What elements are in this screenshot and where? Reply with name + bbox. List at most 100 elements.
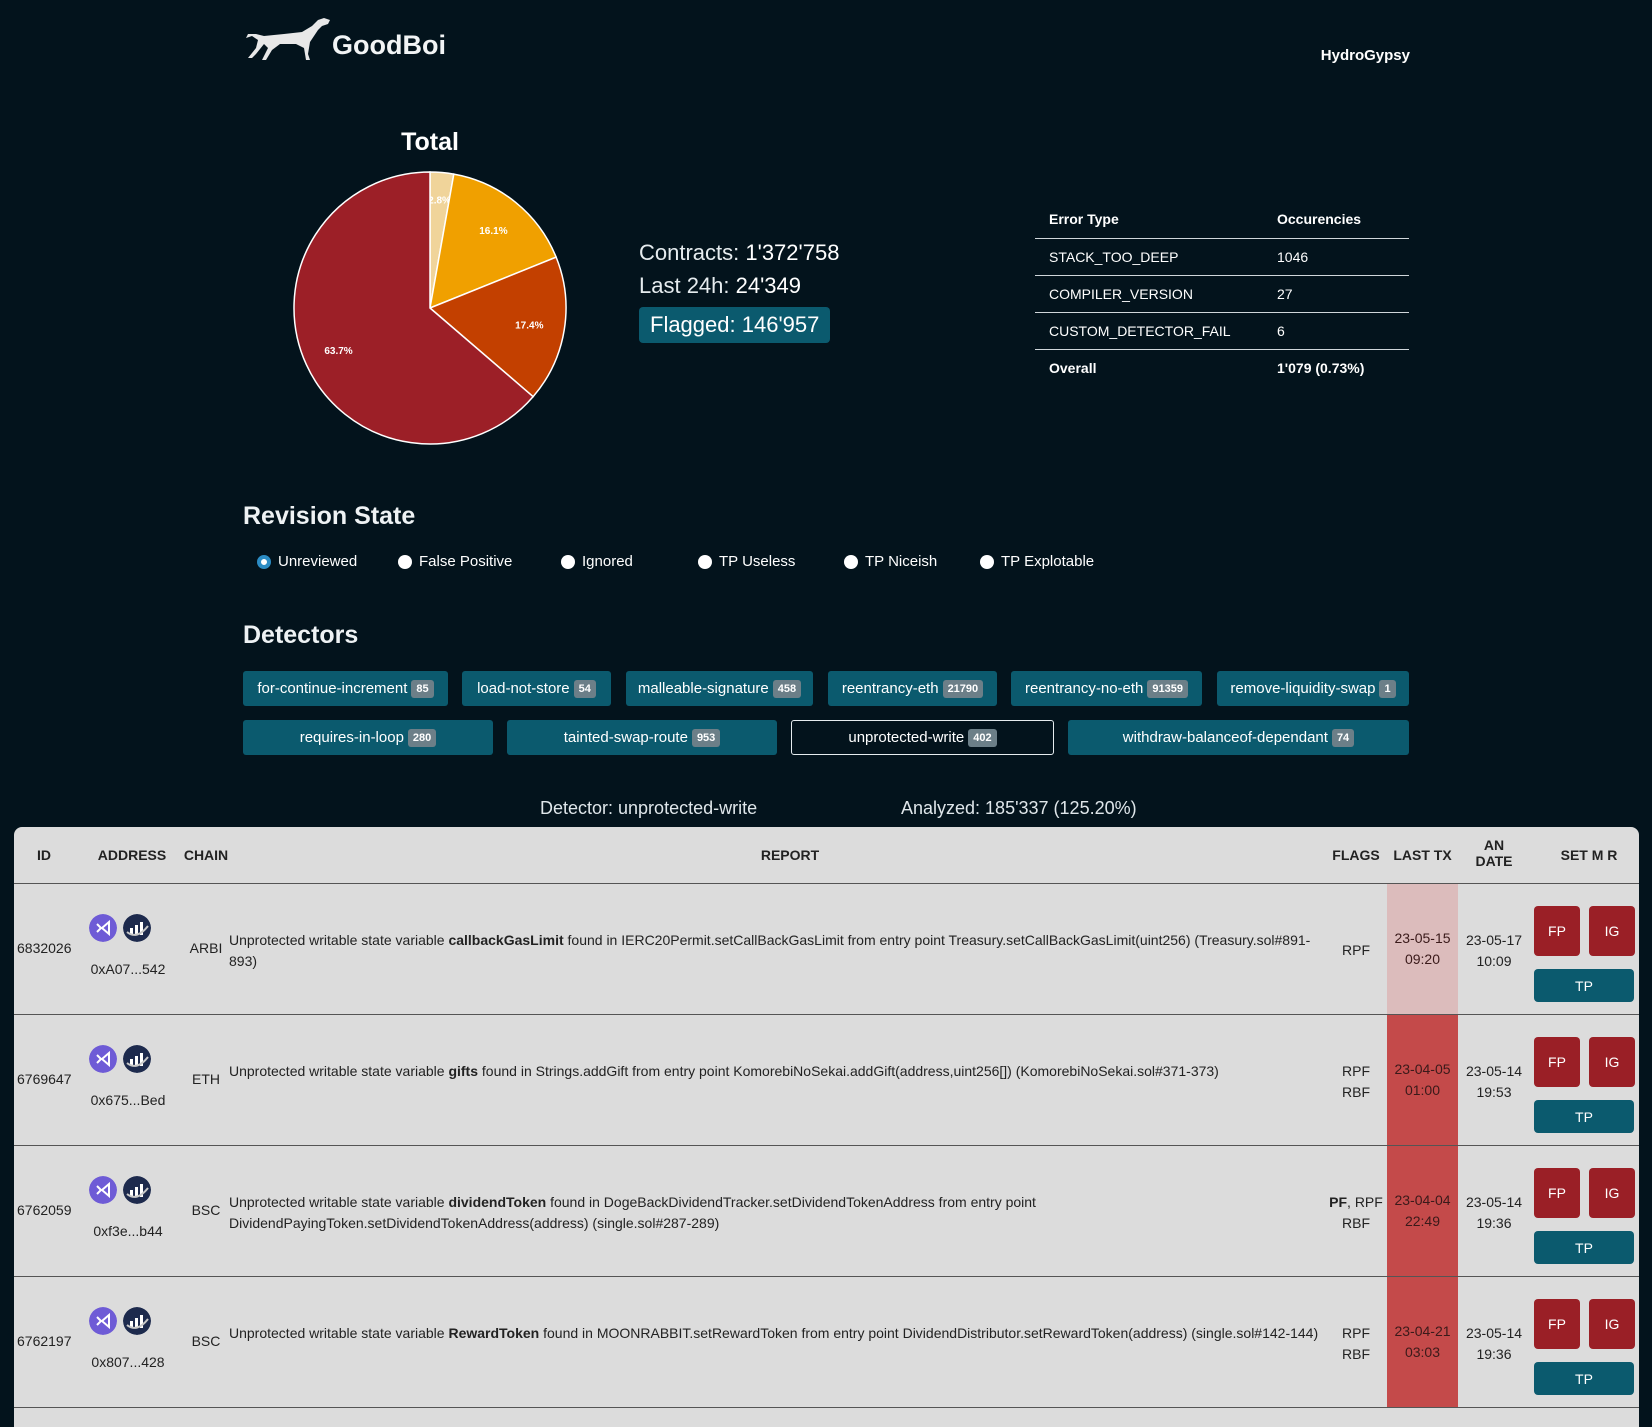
row-address[interactable]: 0x807...428	[82, 1354, 174, 1370]
radio-false-positive[interactable]: False Positive	[398, 553, 512, 570]
error-row: COMPILER_VERSION 27	[1035, 275, 1409, 313]
explorer-icon[interactable]	[123, 1045, 151, 1073]
col-flags[interactable]: FLAGS	[1326, 847, 1386, 863]
row-id: 6762197	[17, 1333, 72, 1349]
row-flags: RPF RBF	[1342, 1325, 1370, 1362]
error-type-header: Error Type	[1035, 200, 1263, 239]
row-analysis-date: 23-05-14 19:36	[1465, 1194, 1523, 1231]
radio-icon[interactable]	[561, 554, 575, 569]
col-address[interactable]: ADDRESS	[86, 847, 178, 863]
explorer-icon[interactable]	[123, 1176, 151, 1204]
last-tx-cell: 23-04-04 22:49	[1387, 1146, 1458, 1276]
radio-tp-explotable[interactable]: TP Explotable	[980, 553, 1094, 570]
ig-button[interactable]: IG	[1589, 1168, 1635, 1218]
fp-button[interactable]: FP	[1534, 1168, 1580, 1218]
dog-logo-icon[interactable]	[244, 14, 332, 64]
vscode-icon[interactable]	[89, 1307, 117, 1335]
row-flags: PF, RPF RBF	[1329, 1194, 1383, 1231]
tp-button[interactable]: TP	[1534, 969, 1634, 1002]
vscode-icon[interactable]	[89, 1045, 117, 1073]
radio-tp-niceish[interactable]: TP Niceish	[844, 553, 937, 570]
ig-button[interactable]: IG	[1589, 906, 1635, 956]
contracts-stat: Contracts: 1'372'758	[639, 240, 840, 265]
detector-reentrancy-no-eth[interactable]: reentrancy-no-eth 91359	[1011, 671, 1202, 706]
row-id: 6832026	[17, 940, 72, 956]
vscode-icon[interactable]	[89, 914, 117, 942]
row-report[interactable]: Unprotected writable state variable gift…	[229, 1061, 1324, 1082]
detector-remove-liquidity-swap[interactable]: remove-liquidity-swap 1	[1217, 671, 1409, 706]
last-tx-cell: 23-04-21 03:03	[1387, 1277, 1458, 1407]
row-flags: RPF RBF	[1342, 1063, 1370, 1100]
pie-title: Total	[401, 128, 459, 156]
pie-slice-label: 63.7%	[324, 346, 352, 357]
flagged-stat: Flagged: 146'957	[639, 307, 831, 343]
row-report[interactable]: Unprotected writable state variable Rewa…	[229, 1323, 1324, 1344]
username-link[interactable]: HydroGypsy	[1300, 47, 1410, 64]
reports-table: ID ADDRESS CHAIN REPORT FLAGS LAST TX AN…	[14, 827, 1639, 1427]
col-an-date[interactable]: AN DATE	[1458, 837, 1530, 869]
radio-ignored[interactable]: Ignored	[561, 553, 633, 570]
last-tx-cell: 23-05-15 09:20	[1387, 884, 1458, 1014]
row-id: 6769647	[17, 1071, 72, 1087]
detector-reentrancy-eth[interactable]: reentrancy-eth 21790	[828, 671, 997, 706]
explorer-icon[interactable]	[123, 1307, 151, 1335]
table-row: 23-04-21 03:03 6762197 0x807...428 BSC Un…	[14, 1277, 1639, 1408]
radio-icon[interactable]	[980, 554, 994, 569]
ig-button[interactable]: IG	[1589, 1299, 1635, 1349]
last-tx-cell: 23-04-05 01:00	[1387, 1015, 1458, 1145]
row-report[interactable]: Unprotected writable state variable call…	[229, 930, 1324, 972]
row-flags: RPF	[1342, 942, 1370, 958]
revision-state-title: Revision State	[243, 502, 416, 530]
radio-unreviewed[interactable]: Unreviewed	[257, 553, 357, 570]
row-address[interactable]: 0xf3e...b44	[82, 1223, 174, 1239]
fp-button[interactable]: FP	[1534, 1037, 1580, 1087]
detector-withdraw-balanceof-dependant[interactable]: withdraw-balanceof-dependant 74	[1068, 720, 1409, 755]
row-analysis-date: 23-05-14 19:36	[1465, 1325, 1523, 1362]
error-row: CUSTOM_DETECTOR_FAIL 6	[1035, 312, 1409, 350]
radio-icon[interactable]	[398, 554, 412, 569]
error-row: STACK_TOO_DEEP 1046	[1035, 238, 1409, 276]
radio-icon[interactable]	[698, 554, 712, 569]
explorer-icon[interactable]	[123, 914, 151, 942]
selected-detector-label: Detector: unprotected-write	[540, 798, 758, 818]
fp-button[interactable]: FP	[1534, 1299, 1580, 1349]
detectors-title: Detectors	[243, 621, 359, 649]
vscode-icon[interactable]	[89, 1176, 117, 1204]
tp-button[interactable]: TP	[1534, 1231, 1634, 1264]
col-chain[interactable]: CHAIN	[174, 847, 238, 863]
detector-malleable-signature[interactable]: malleable-signature 458	[626, 671, 813, 706]
row-report[interactable]: Unprotected writable state variable divi…	[229, 1192, 1324, 1234]
radio-icon[interactable]	[844, 554, 858, 569]
col-id[interactable]: ID	[22, 847, 66, 863]
ig-button[interactable]: IG	[1589, 1037, 1635, 1087]
row-address[interactable]: 0x675...Bed	[82, 1092, 174, 1108]
occurencies-header: Occurencies	[1263, 200, 1409, 239]
col-report[interactable]: REPORT	[714, 847, 866, 863]
last24h-stat: Last 24h: 24'349	[639, 273, 802, 298]
radio-selected-icon[interactable]	[257, 554, 271, 569]
detector-tainted-swap-route[interactable]: tainted-swap-route 953	[507, 720, 777, 755]
row-analysis-date: 23-05-17 10:09	[1465, 932, 1523, 969]
col-set-mr: SET M R	[1560, 847, 1618, 863]
radio-tp-useless[interactable]: TP Useless	[698, 553, 795, 570]
error-type-table: Error Type Occurencies STACK_TOO_DEEP 104…	[1035, 200, 1409, 386]
detector-requires-in-loop[interactable]: requires-in-loop 280	[243, 720, 493, 755]
row-address[interactable]: 0xA07...542	[82, 961, 174, 977]
row-id: 6762059	[17, 1202, 72, 1218]
fp-button[interactable]: FP	[1534, 906, 1580, 956]
table-row: 23-05-15 09:20 6832026 0xA07...542 ARBI U…	[14, 884, 1639, 1015]
detector-for-continue-increment[interactable]: for-continue-increment 85	[243, 671, 448, 706]
detector-unprotected-write[interactable]: unprotected-write 402	[791, 720, 1054, 755]
detector-load-not-store[interactable]: load-not-store 54	[462, 671, 611, 706]
brand-name[interactable]: GoodBoi	[332, 30, 446, 61]
row-analysis-date: 23-05-14 19:53	[1465, 1063, 1523, 1100]
table-row: 23-04-04 22:49 6762059 0xf3e...b44 BSC Un…	[14, 1146, 1639, 1277]
total-pie-chart: 2.8%16.1%17.4%63.7%	[293, 171, 567, 445]
tp-button[interactable]: TP	[1534, 1100, 1634, 1133]
pie-slice-label: 17.4%	[515, 320, 543, 331]
error-overall-row: Overall 1'079 (0.73%)	[1049, 360, 1365, 376]
analyzed-label: Analyzed: 185'337 (125.20%)	[901, 798, 1137, 818]
col-last-tx[interactable]: LAST TX	[1387, 847, 1458, 863]
pie-slice-label: 16.1%	[479, 226, 507, 237]
tp-button[interactable]: TP	[1534, 1362, 1634, 1395]
